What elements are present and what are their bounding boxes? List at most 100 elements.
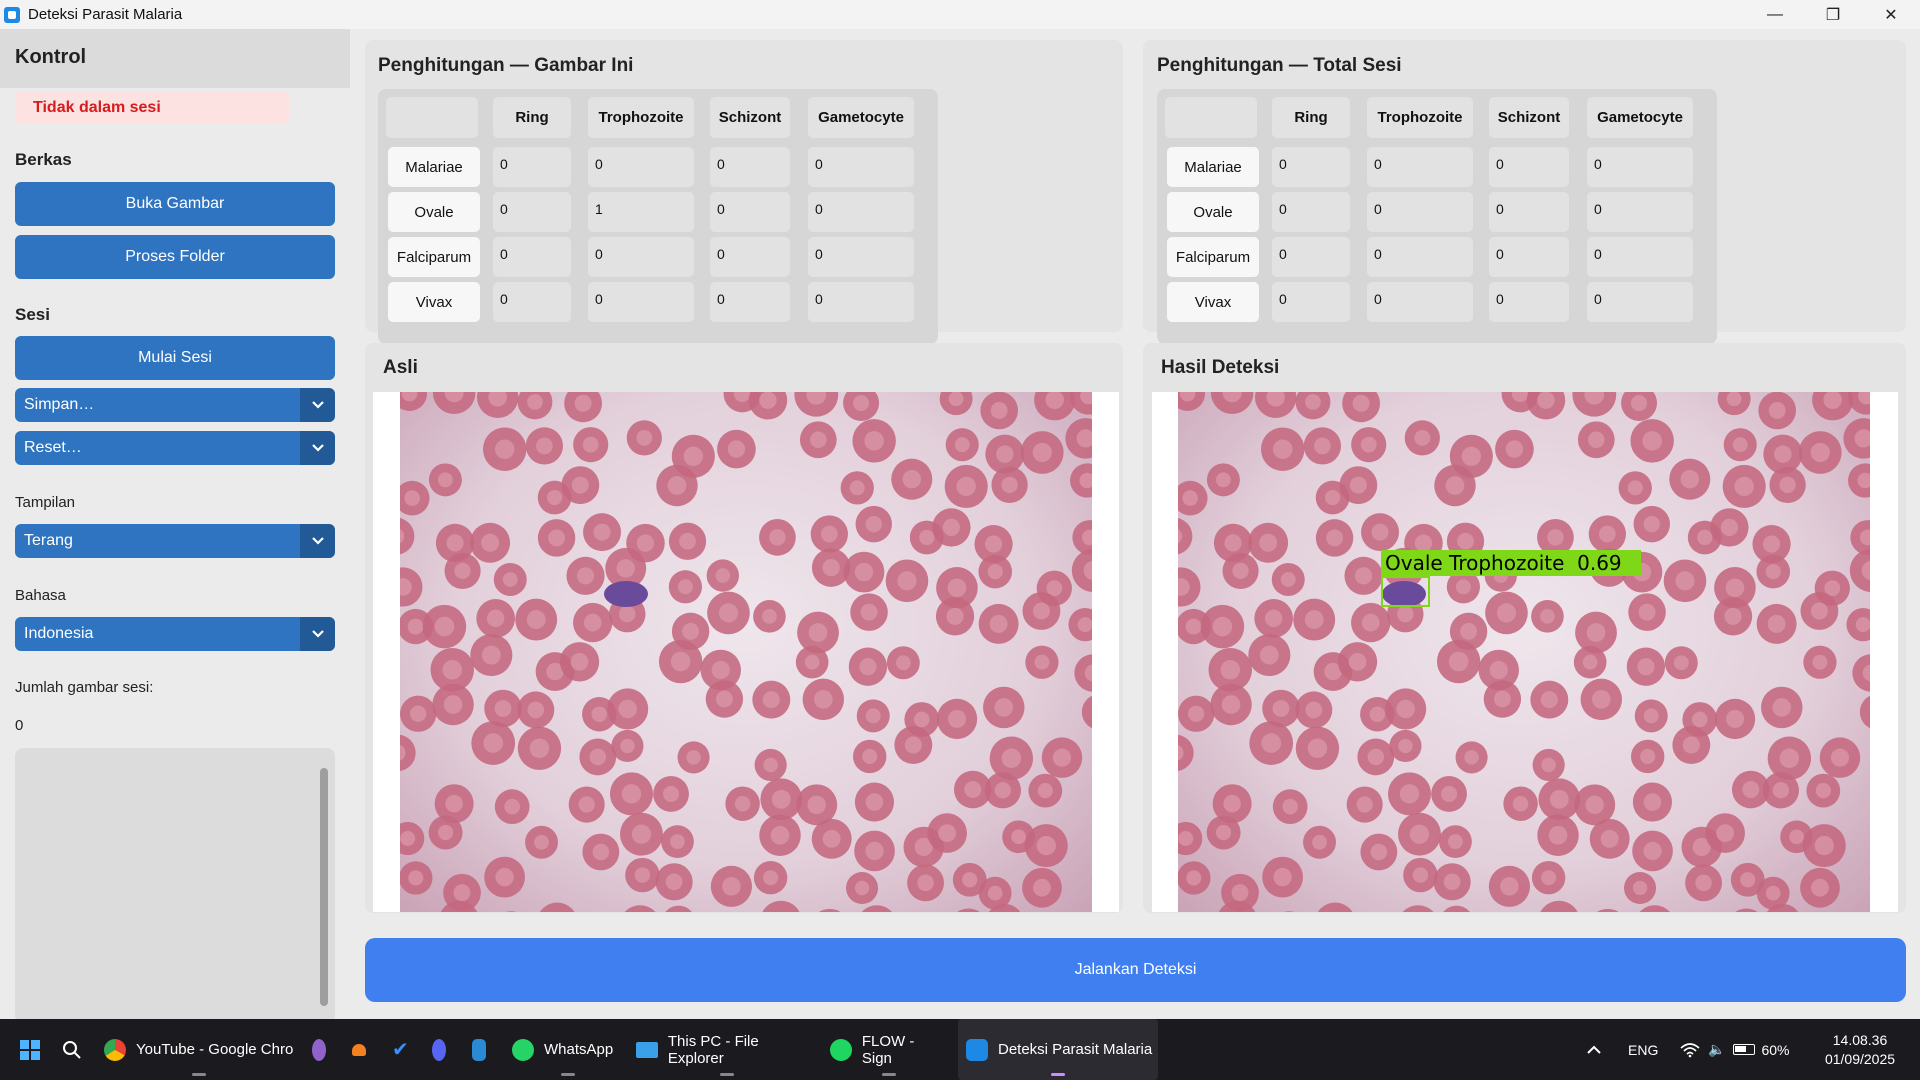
cell-center	[964, 781, 982, 798]
cell-center	[1697, 529, 1713, 546]
running-indicator	[720, 1073, 734, 1076]
minimize-button[interactable]: —	[1746, 0, 1804, 29]
log-scrollbar[interactable]	[320, 768, 328, 1006]
cell-center	[1638, 603, 1656, 621]
restore-button[interactable]: ❐	[1804, 0, 1862, 29]
detection-image-frame: Ovale Trophozoite 0.69	[1152, 392, 1898, 912]
session-status-badge: Tidak dalam sesi	[15, 91, 289, 124]
search-icon	[63, 1040, 81, 1059]
cell-center	[1464, 750, 1479, 765]
cell-center	[1600, 829, 1619, 848]
count-cell: 0	[493, 147, 571, 187]
cell-center	[1370, 843, 1388, 861]
cell-center	[734, 795, 751, 812]
cell-center	[634, 867, 651, 883]
theme-dropdown-value: Terang	[24, 532, 73, 549]
cell-center	[434, 616, 455, 637]
red-blood-cell	[957, 908, 980, 912]
theme-dropdown[interactable]: Terang	[15, 524, 335, 558]
red-blood-cell	[1283, 911, 1295, 912]
cloud-icon	[352, 1043, 366, 1056]
row-header-malariae: Malariae	[388, 147, 480, 187]
start-session-button[interactable]: Mulai Sesi	[15, 336, 335, 380]
cell-center	[1440, 785, 1458, 802]
wifi-icon	[1680, 1042, 1700, 1057]
count-cell: 0	[588, 147, 694, 187]
sidebar-title: Kontrol	[0, 29, 350, 88]
cell-center	[547, 489, 563, 506]
original-panel-title: Asli	[383, 357, 418, 378]
taskbar-app-github[interactable]	[312, 1019, 336, 1080]
taskbar-app-file-explorer[interactable]: This PC - File Explorer	[636, 1019, 818, 1080]
cell-center	[1541, 870, 1557, 886]
chevron-down-icon[interactable]	[300, 388, 335, 422]
windows-icon	[20, 1039, 40, 1060]
taskbar-app-whatsapp[interactable]: WhatsApp	[512, 1019, 624, 1080]
cell-center	[1231, 884, 1249, 902]
cell-center	[1052, 748, 1072, 767]
cell-center	[1640, 748, 1656, 764]
github-icon	[312, 1038, 326, 1061]
network-volume-battery[interactable]: 🔈 60%	[1680, 1019, 1789, 1080]
cell-center	[1505, 440, 1524, 458]
blood-smear-cells	[400, 392, 1092, 912]
taskbar-app-cloud[interactable]	[352, 1019, 376, 1080]
window-title: Deteksi Parasit Malaria	[28, 6, 183, 23]
chevron-down-icon[interactable]	[300, 617, 335, 651]
red-blood-cell	[1540, 900, 1578, 912]
language-indicator[interactable]: ENG	[1628, 1019, 1658, 1080]
taskbar-app-spotify[interactable]: FLOW - Sign	[830, 1019, 948, 1080]
session-count-label: Jumlah gambar sesi:	[15, 679, 154, 696]
cell-center	[1734, 476, 1754, 497]
save-dropdown[interactable]: Simpan…	[15, 388, 335, 422]
cell-center	[864, 431, 884, 451]
cell-center	[865, 793, 884, 811]
cell-center	[1259, 533, 1278, 552]
cell-center	[526, 610, 546, 630]
cell-center	[481, 533, 500, 552]
cell-center	[987, 885, 1003, 901]
cell-center	[454, 562, 471, 580]
start-button[interactable]	[20, 1019, 46, 1080]
tray-overflow[interactable]	[1586, 1019, 1602, 1080]
cell-center	[1680, 469, 1700, 489]
cell-center	[1493, 690, 1511, 708]
cell-center	[956, 476, 976, 497]
detection-label: Ovale Trophozoite 0.69	[1381, 550, 1641, 576]
count-cell: 0	[710, 147, 790, 187]
cell-center	[1312, 834, 1327, 850]
col-header-schizont: Schizont	[1489, 97, 1569, 138]
red-blood-cell	[539, 902, 575, 912]
search-button[interactable]	[62, 1019, 86, 1080]
cell-center	[1695, 874, 1712, 892]
reset-dropdown[interactable]: Reset…	[15, 431, 335, 465]
taskbar-app-chrome[interactable]: YouTube - Google Chro	[104, 1019, 294, 1080]
taskbar-app-vscode[interactable]	[472, 1019, 496, 1080]
cell-center	[1399, 784, 1420, 804]
cell-center	[1396, 699, 1415, 719]
cell-center	[445, 794, 463, 813]
cell-center	[989, 614, 1008, 633]
session-log-textbox[interactable]	[15, 748, 335, 1023]
cell-center	[1326, 529, 1344, 547]
cell-center	[820, 525, 838, 543]
taskbar-app-tasks[interactable]: ✔	[392, 1019, 416, 1080]
cell-center	[670, 834, 685, 850]
red-blood-cell	[861, 905, 892, 912]
cell-center	[984, 535, 1003, 553]
cell-center	[727, 440, 746, 458]
detection-result-panel: Hasil Deteksi Ovale Trophozoite 0.69	[1143, 343, 1906, 913]
chevron-down-icon[interactable]	[300, 524, 335, 558]
taskbar-app-malaria-detector[interactable]: Deteksi Parasit Malaria	[958, 1019, 1158, 1080]
cell-center	[994, 782, 1012, 799]
chevron-down-icon[interactable]	[300, 431, 335, 465]
count-cell: 0	[493, 192, 571, 232]
language-dropdown[interactable]: Indonesia	[15, 617, 335, 651]
clock[interactable]: 14.08.36 01/09/2025	[1808, 1031, 1912, 1069]
taskbar-app-discord[interactable]	[432, 1019, 456, 1080]
run-detection-button[interactable]: Jalankan Deteksi	[365, 938, 1906, 1002]
open-image-button[interactable]: Buka Gambar	[15, 182, 335, 226]
process-folder-button[interactable]: Proses Folder	[15, 235, 335, 279]
close-button[interactable]: ✕	[1862, 0, 1920, 29]
red-blood-cell	[1735, 908, 1758, 912]
